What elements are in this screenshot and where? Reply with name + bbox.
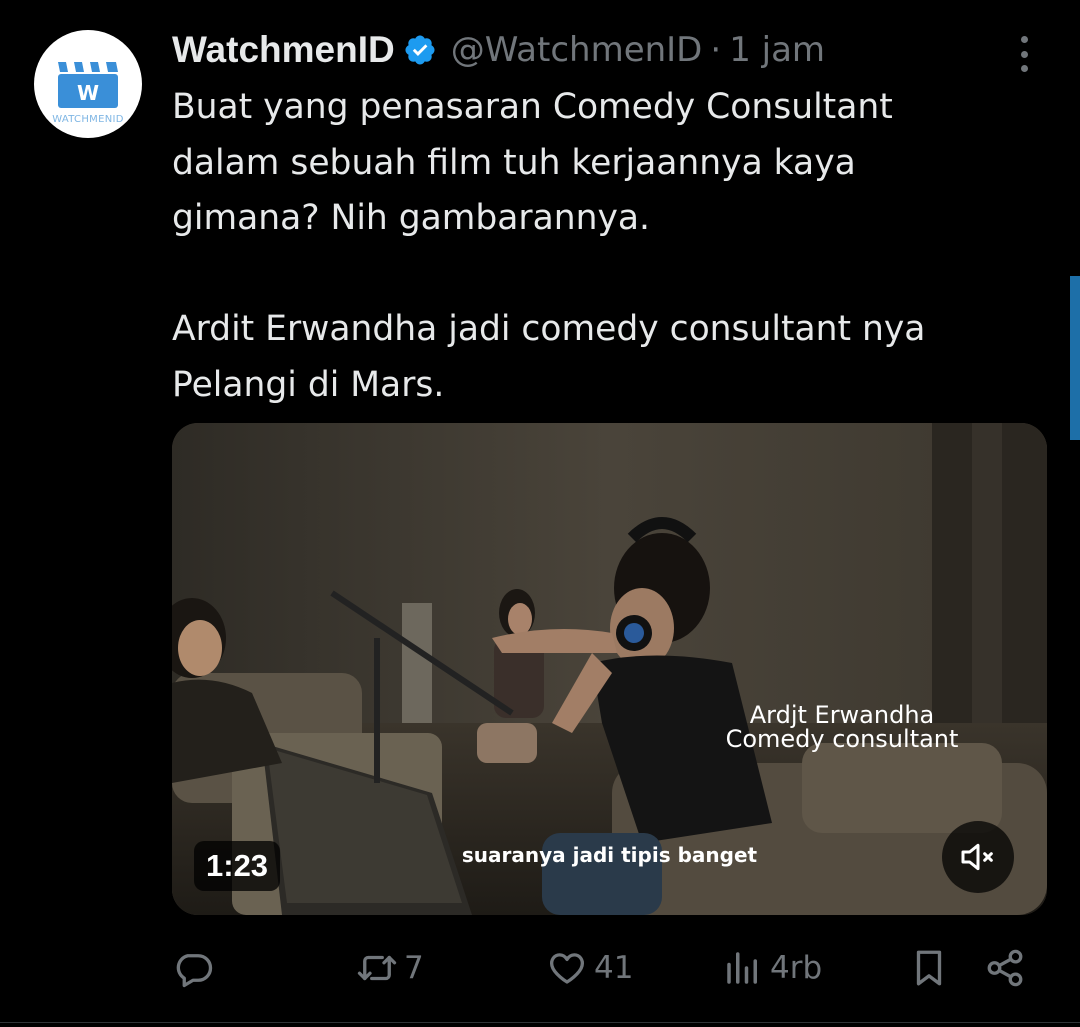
svg-text:W: W [77, 81, 99, 105]
clapperboard-logo: W [58, 62, 118, 108]
reply-icon [176, 954, 213, 988]
display-name[interactable]: WatchmenID [172, 29, 395, 71]
video-duration: 1:23 [194, 841, 281, 891]
divider [0, 1022, 1080, 1023]
like-count: 41 [594, 950, 634, 986]
video-frame [172, 423, 1047, 915]
mute-button[interactable] [942, 821, 1014, 893]
bookmark-button[interactable] [908, 940, 950, 996]
views-icon [727, 952, 757, 984]
views-count: 4rb [770, 950, 823, 986]
verified-badge-icon [405, 35, 435, 65]
retweet-count: 7 [404, 950, 424, 986]
like-icon [550, 953, 584, 984]
avatar[interactable]: W WATCHMENID [34, 30, 142, 138]
retweet-icon [357, 955, 397, 981]
views-button[interactable]: 4rb [722, 940, 822, 996]
share-icon [987, 949, 1023, 987]
user-handle[interactable]: @WatchmenID [451, 30, 703, 70]
caption-line-2: Comedy consultant [725, 725, 959, 753]
video-player[interactable]: Ardjt Erwandha Comedy consultant suarany… [172, 423, 1047, 915]
retweet-button[interactable]: 7 [356, 940, 424, 996]
tweet-action-bar: 7 41 4rb [172, 940, 1032, 996]
bookmark-icon [916, 950, 942, 986]
caption-line-1: Ardjt Erwandha [749, 701, 935, 729]
separator-dot: · [710, 30, 722, 70]
reply-button[interactable] [172, 940, 220, 996]
like-button[interactable]: 41 [546, 940, 633, 996]
mute-icon [961, 843, 993, 871]
timestamp[interactable]: 1 jam [729, 30, 825, 70]
more-options-icon[interactable] [1008, 36, 1040, 72]
tweet-text: Buat yang penasaran Comedy Consultant da… [172, 87, 926, 405]
share-button[interactable] [984, 940, 1026, 996]
video-name-caption: Ardjt Erwandha Comedy consultant [692, 703, 992, 751]
avatar-wordmark: WATCHMENID [52, 114, 124, 125]
video-subtitle: suaranya jadi tipis banget [461, 843, 758, 867]
tweet-header: WatchmenID @WatchmenID · 1 jam [172, 26, 1040, 74]
scrollbar-thumb[interactable] [1070, 276, 1080, 440]
